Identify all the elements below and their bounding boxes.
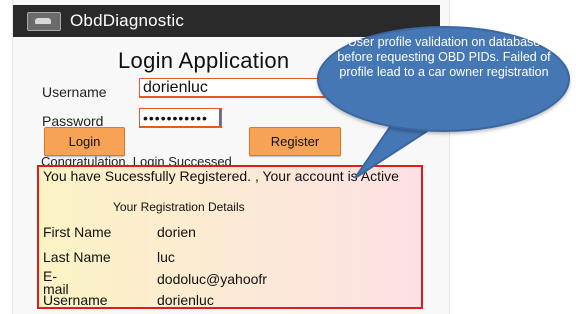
app-titlebar: ObdDiagnostic <box>13 5 440 37</box>
first-name-value: dorien <box>157 224 196 240</box>
login-button[interactable]: Login <box>44 127 125 156</box>
car-icon <box>27 11 61 31</box>
app-title: ObdDiagnostic <box>70 11 185 30</box>
password-input[interactable]: ••••••••••• <box>139 108 222 128</box>
last-name-value: luc <box>157 249 175 265</box>
login-status-text: Congratulation, Login Successed <box>41 154 232 165</box>
registration-message: You have Sucessfully Registered. , Your … <box>43 168 399 184</box>
text-cursor <box>219 109 221 126</box>
page-title: Login Application <box>118 48 290 73</box>
registration-details-title: Your Registration Details <box>113 200 245 214</box>
screenshot-canvas: ObdDiagnostic Login Application Username… <box>0 0 576 314</box>
username-row-label: Username <box>43 292 108 308</box>
username-label: Username <box>42 84 107 100</box>
first-name-label: First Name <box>43 224 112 240</box>
registration-result-panel: You have Sucessfully Registered. , Your … <box>37 165 423 309</box>
username-row-value: dorienluc <box>157 292 214 308</box>
callout-text: User profile validation on database befo… <box>337 35 551 79</box>
last-name-label: Last Name <box>43 249 111 265</box>
register-button[interactable]: Register <box>249 127 341 156</box>
email-value: dodoluc@yahoofr <box>157 271 267 287</box>
